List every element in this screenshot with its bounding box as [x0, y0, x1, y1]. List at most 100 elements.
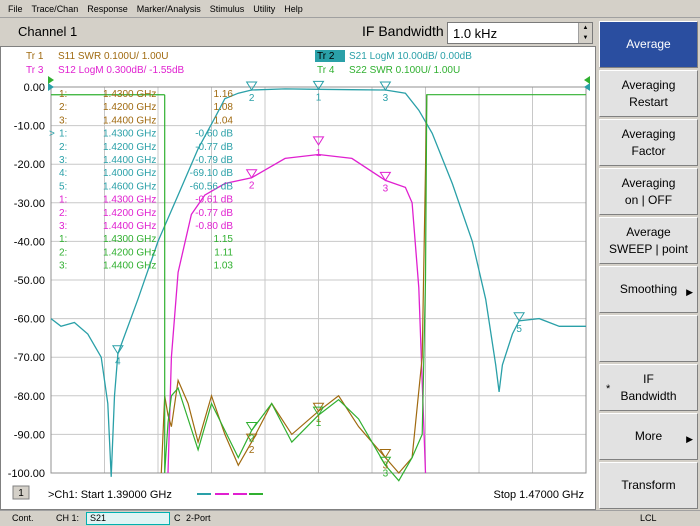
spin-up-icon[interactable]: ▲: [579, 23, 592, 33]
marker-tr3-3-icon[interactable]: [379, 171, 392, 182]
marker-table-num: 1:: [59, 89, 67, 100]
sweep-stop-label: Stop 1.47000 GHz: [493, 489, 584, 501]
channel-header: Channel 1 IF Bandwidth 1.0 kHz ▲ ▼: [0, 18, 596, 46]
y-tick-label: -10.00: [14, 121, 45, 133]
status-port: 2-Port: [186, 513, 211, 523]
softkey-label-line2: on | OFF: [624, 192, 673, 207]
marker-tr2-3-icon[interactable]: [379, 81, 392, 91]
menu-stimulus[interactable]: Stimulus: [210, 4, 245, 14]
marker-table-num: 2:: [59, 102, 67, 113]
if-bandwidth-label: IF Bandwidth: [362, 23, 444, 39]
status-cal: C: [174, 513, 181, 523]
marker-tr4-3-label: 3: [383, 468, 389, 479]
softkey-label-line1: Transform: [621, 478, 676, 492]
softkey-5[interactable]: Average SWEEP | point: [599, 217, 698, 264]
softkey-6[interactable]: Smoothing ▶: [599, 266, 698, 313]
status-mode: Cont.: [12, 513, 34, 523]
active-marker-pointer: >: [49, 129, 55, 140]
marker-tr3-2-icon[interactable]: [245, 169, 258, 179]
marker-table-freq: 1.4200 GHz: [103, 247, 156, 258]
softkey-3[interactable]: Averaging Factor: [599, 119, 698, 166]
y-tick-label: -100.00: [8, 468, 45, 480]
channel-number: 1: [18, 488, 24, 499]
softkey-label-line1: Smoothing: [619, 282, 678, 296]
marker-table-freq: 1.4600 GHz: [103, 181, 156, 192]
marker-table-num: 1:: [59, 234, 67, 245]
marker-tr2-1-label: 1: [316, 92, 322, 103]
status-bar: Cont. CH 1: S21 C 2-Port LCL: [0, 510, 700, 526]
marker-table-num: 2:: [59, 247, 67, 258]
marker-tr2-3-label: 3: [383, 93, 389, 104]
marker-table-freq: 1.4200 GHz: [103, 102, 156, 113]
marker-table-num: 3:: [59, 115, 67, 126]
menu-response[interactable]: Response: [87, 4, 128, 14]
marker-tr2-5-icon[interactable]: [513, 312, 526, 322]
marker-table-num: 1:: [59, 195, 67, 206]
y-tick-label: -80.00: [14, 391, 45, 403]
marker-table-num: 5:: [59, 181, 67, 192]
softkey-8[interactable]: IF Bandwidth *: [599, 364, 698, 411]
softkey-7[interactable]: [599, 315, 698, 362]
marker-table-num: 3:: [59, 155, 67, 166]
status-lcl: LCL: [640, 513, 657, 523]
menu-bar: File Trace/Chan Response Marker/Analysis…: [0, 0, 700, 18]
reference-right-icon: [584, 76, 590, 84]
marker-table-freq: 1.4300 GHz: [103, 129, 156, 140]
trace-legend-desc: S12 LogM 0.300dB/ -1.55dB: [58, 65, 185, 76]
marker-table-freq: 1.4400 GHz: [103, 115, 156, 126]
menu-marker-analysis[interactable]: Marker/Analysis: [137, 4, 201, 14]
softkey-4[interactable]: Averaging on | OFF: [599, 168, 698, 215]
trace-legend-desc: S21 LogM 10.00dB/ 0.00dB: [349, 51, 472, 62]
marker-tr2-2-icon[interactable]: [245, 81, 258, 91]
y-tick-label: -20.00: [14, 159, 45, 171]
marker-table-freq: 1.4400 GHz: [103, 261, 156, 272]
y-tick-label: -50.00: [14, 275, 45, 287]
menu-utility[interactable]: Utility: [253, 4, 275, 14]
softkey-label-line1: Averaging: [621, 126, 676, 141]
y-tick-label: 0.00: [24, 82, 45, 94]
softkey-9[interactable]: More ▶: [599, 413, 698, 460]
marker-table-num: 4:: [59, 168, 67, 179]
marker-tr4-2-label: 2: [249, 434, 255, 445]
if-bandwidth-spinner[interactable]: ▲ ▼: [578, 23, 592, 43]
marker-table-freq: 1.4300 GHz: [103, 89, 156, 100]
y-tick-label: -30.00: [14, 198, 45, 210]
marker-tr4-1-label: 1: [316, 418, 322, 429]
measurement-plot[interactable]: 0.00 -10.00 -20.00 -30.00 -40.00 -50.00 -60.00…: [0, 46, 596, 510]
marker-table-value: 1.08: [214, 102, 234, 113]
marker-table-freq: 1.4400 GHz: [103, 221, 156, 232]
spin-down-icon[interactable]: ▼: [579, 33, 592, 43]
menu-file[interactable]: File: [8, 4, 23, 14]
marker-table-value: 1.03: [214, 261, 234, 272]
marker-tr1-2-label: 2: [249, 445, 255, 456]
marker-table-value: -0.79 dB: [195, 155, 233, 166]
softkey-panel: Average Averaging Restart Averaging Factor Av…: [597, 18, 700, 510]
marker-tr3-3-label: 3: [383, 183, 389, 194]
softkey-label-line1: Averaging: [621, 77, 676, 92]
marker-table-value: -0.77 dB: [195, 208, 233, 219]
marker-table-value: -0.60 dB: [195, 129, 233, 140]
menu-trace-chan[interactable]: Trace/Chan: [32, 4, 79, 14]
status-param: S21: [90, 513, 107, 523]
marker-table-freq: 1.4200 GHz: [103, 142, 156, 153]
if-bandwidth-input[interactable]: 1.0 kHz ▲ ▼: [447, 22, 593, 44]
sweep-start-label: >Ch1: Start 1.39000 GHz: [48, 489, 172, 501]
marker-tr2-2-label: 2: [249, 93, 255, 104]
softkey-label-line1: Average: [626, 37, 671, 51]
marker-tr3-2-label: 2: [249, 181, 255, 192]
softkey-10[interactable]: Transform: [599, 462, 698, 509]
menu-help[interactable]: Help: [284, 4, 303, 14]
marker-table-value: 1.11: [214, 247, 233, 258]
trace-legend-label: Tr 4: [317, 65, 335, 76]
marker-table-value: 1.16: [214, 89, 234, 100]
trace-legend-desc: S11 SWR 0.100U/ 1.00U: [58, 51, 168, 62]
reference-left-icon: [48, 76, 54, 84]
marker-table-value: 1.15: [214, 234, 234, 245]
softkey-1[interactable]: Average: [599, 21, 698, 68]
trace-legend-desc: S22 SWR 0.100U/ 1.00U: [349, 65, 460, 76]
marker-table-value: -0.80 dB: [195, 221, 233, 232]
softkey-2[interactable]: Averaging Restart: [599, 70, 698, 117]
softkey-label-line1: IF: [643, 371, 654, 386]
submenu-arrow-icon: ▶: [686, 287, 693, 297]
marker-table-freq: 1.4300 GHz: [103, 195, 156, 206]
